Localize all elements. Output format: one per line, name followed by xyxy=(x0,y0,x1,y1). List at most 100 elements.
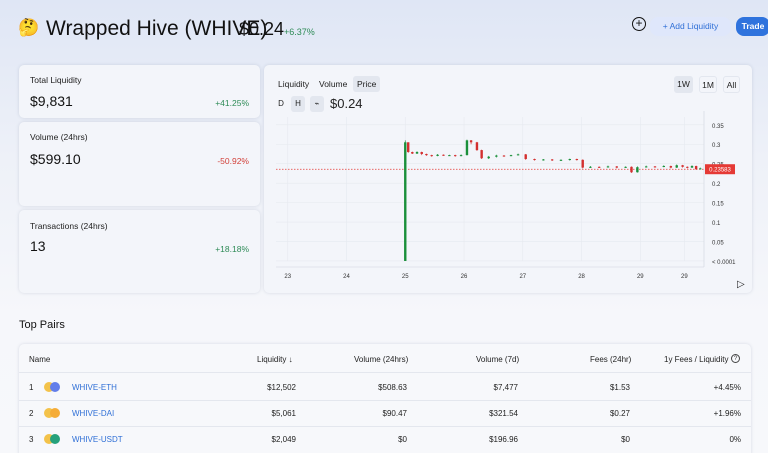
add-to-watchlist-icon[interactable]: + xyxy=(632,17,646,31)
trade-button[interactable]: Trade xyxy=(736,17,768,36)
y-tick-label: 0.1 xyxy=(712,221,721,227)
dai-token-icon xyxy=(50,408,60,418)
pair-volume-24h: $90.47 xyxy=(382,409,407,418)
token-header: 🤔 Wrapped Hive (WHIVE) $0.24 +6.37% + + … xyxy=(18,14,768,46)
stat-label: Total Liquidity xyxy=(30,75,82,85)
x-tick-label: 27 xyxy=(519,274,526,280)
candle xyxy=(597,166,601,168)
candle xyxy=(589,166,592,168)
pair-name-link[interactable]: WHIVE-ETH xyxy=(72,383,117,392)
stat-value: 13 xyxy=(30,238,46,254)
pair-liquidity: $2,049 xyxy=(271,435,296,444)
stat-change: -50.92% xyxy=(217,156,249,166)
candle xyxy=(475,142,479,151)
candle xyxy=(459,155,463,157)
candle xyxy=(411,152,414,154)
play-icon[interactable]: ▷ xyxy=(737,279,745,290)
pair-liquidity: $12,502 xyxy=(267,383,296,392)
y-tick-label: 0.15 xyxy=(712,202,724,208)
add-liquidity-button[interactable]: + Add Liquidity xyxy=(650,17,731,36)
x-tick-label: 24 xyxy=(343,274,350,280)
stat-label: Transactions (24hrs) xyxy=(30,221,108,231)
stat-card-total-liquidity: Total Liquidity $9,831 +41.25% xyxy=(19,65,260,118)
row-rank: 1 xyxy=(29,383,34,392)
y-tick-label: < 0.0001 xyxy=(712,260,736,266)
pair-name-link[interactable]: WHIVE-USDT xyxy=(72,435,123,444)
pair-volume-7d: $321.54 xyxy=(489,409,518,418)
stat-label: Volume (24hrs) xyxy=(30,132,88,142)
table-header-divider xyxy=(19,372,751,373)
candle xyxy=(630,166,633,173)
candle xyxy=(681,165,684,167)
price-chart-card: Liquidity Volume Price D H ⌁ $0.24 1W 1M… xyxy=(264,65,752,293)
candle xyxy=(448,155,451,157)
x-tick-label: 25 xyxy=(402,274,409,280)
candle xyxy=(699,168,702,170)
pair-fees-ratio: +4.45% xyxy=(713,383,741,392)
candle xyxy=(653,166,657,168)
stat-value: $9,831 xyxy=(30,93,73,109)
eth-token-icon xyxy=(50,382,60,392)
candle xyxy=(624,166,627,168)
candle xyxy=(690,166,694,168)
column-header-volume-24h[interactable]: Volume (24hrs) xyxy=(354,355,408,364)
candlestick-chart[interactable]: 0.350.30.250.20.150.10.05< 0.00012324252… xyxy=(264,65,752,293)
candle xyxy=(407,142,410,153)
x-tick-label: 28 xyxy=(578,274,585,280)
usdt-token-icon xyxy=(50,434,60,444)
y-tick-label: 0.05 xyxy=(712,241,724,247)
token-logo-icon: 🤔 xyxy=(18,18,40,37)
candle xyxy=(615,166,618,168)
column-header-liquidity[interactable]: Liquidity ↓ xyxy=(257,355,293,364)
candle xyxy=(502,155,506,157)
help-icon[interactable]: ? xyxy=(731,354,740,363)
pair-volume-24h: $508.63 xyxy=(378,383,407,392)
row-rank: 2 xyxy=(29,409,34,418)
candle xyxy=(420,152,423,154)
token-name: Wrapped Hive (WHIVE) xyxy=(46,17,268,40)
candle xyxy=(644,166,648,168)
section-title-top-pairs: Top Pairs xyxy=(19,319,65,331)
row-rank: 3 xyxy=(29,435,34,444)
candle xyxy=(662,166,666,168)
token-price-change: +6.37% xyxy=(284,27,315,37)
candle xyxy=(542,159,545,161)
candle xyxy=(568,159,571,161)
pair-volume-7d: $196.96 xyxy=(489,435,518,444)
candle xyxy=(559,159,563,161)
column-header-fees-ratio[interactable]: 1y Fees / Liquidity xyxy=(664,355,728,364)
y-tick-label: 0.35 xyxy=(712,124,724,130)
candle xyxy=(516,154,520,156)
candle xyxy=(487,156,490,159)
candle xyxy=(495,155,498,157)
candle xyxy=(581,159,584,168)
candle xyxy=(425,153,428,156)
pair-liquidity: $5,061 xyxy=(271,409,296,418)
pair-fees: $1.53 xyxy=(609,383,630,392)
candle xyxy=(480,150,483,159)
column-header-name[interactable]: Name xyxy=(29,355,50,364)
pair-fees-ratio: +1.96% xyxy=(713,409,741,418)
candle xyxy=(465,140,469,156)
column-header-fees[interactable]: Fees (24hr) xyxy=(590,355,631,364)
y-tick-label: 0.3 xyxy=(712,143,721,149)
candle xyxy=(430,155,433,157)
candle xyxy=(550,159,554,161)
candle xyxy=(606,166,610,168)
pair-fees-ratio: 0% xyxy=(729,435,741,444)
x-tick-label: 29 xyxy=(681,274,688,280)
column-header-volume-7d[interactable]: Volume (7d) xyxy=(476,355,519,364)
candle xyxy=(524,154,527,160)
pair-fees: $0.27 xyxy=(609,409,630,418)
candle xyxy=(575,159,579,161)
candle xyxy=(454,155,457,157)
stat-card-volume: Volume (24hrs) $599.10 -50.92% xyxy=(19,122,260,206)
candle xyxy=(669,166,673,168)
pair-name-link[interactable]: WHIVE-DAI xyxy=(72,409,114,418)
last-price-label: 0.23583 xyxy=(709,168,731,174)
candle xyxy=(442,154,445,156)
row-divider xyxy=(19,426,751,427)
row-divider xyxy=(19,400,751,401)
candle xyxy=(469,140,473,143)
pair-volume-24h: $0 xyxy=(398,435,407,444)
